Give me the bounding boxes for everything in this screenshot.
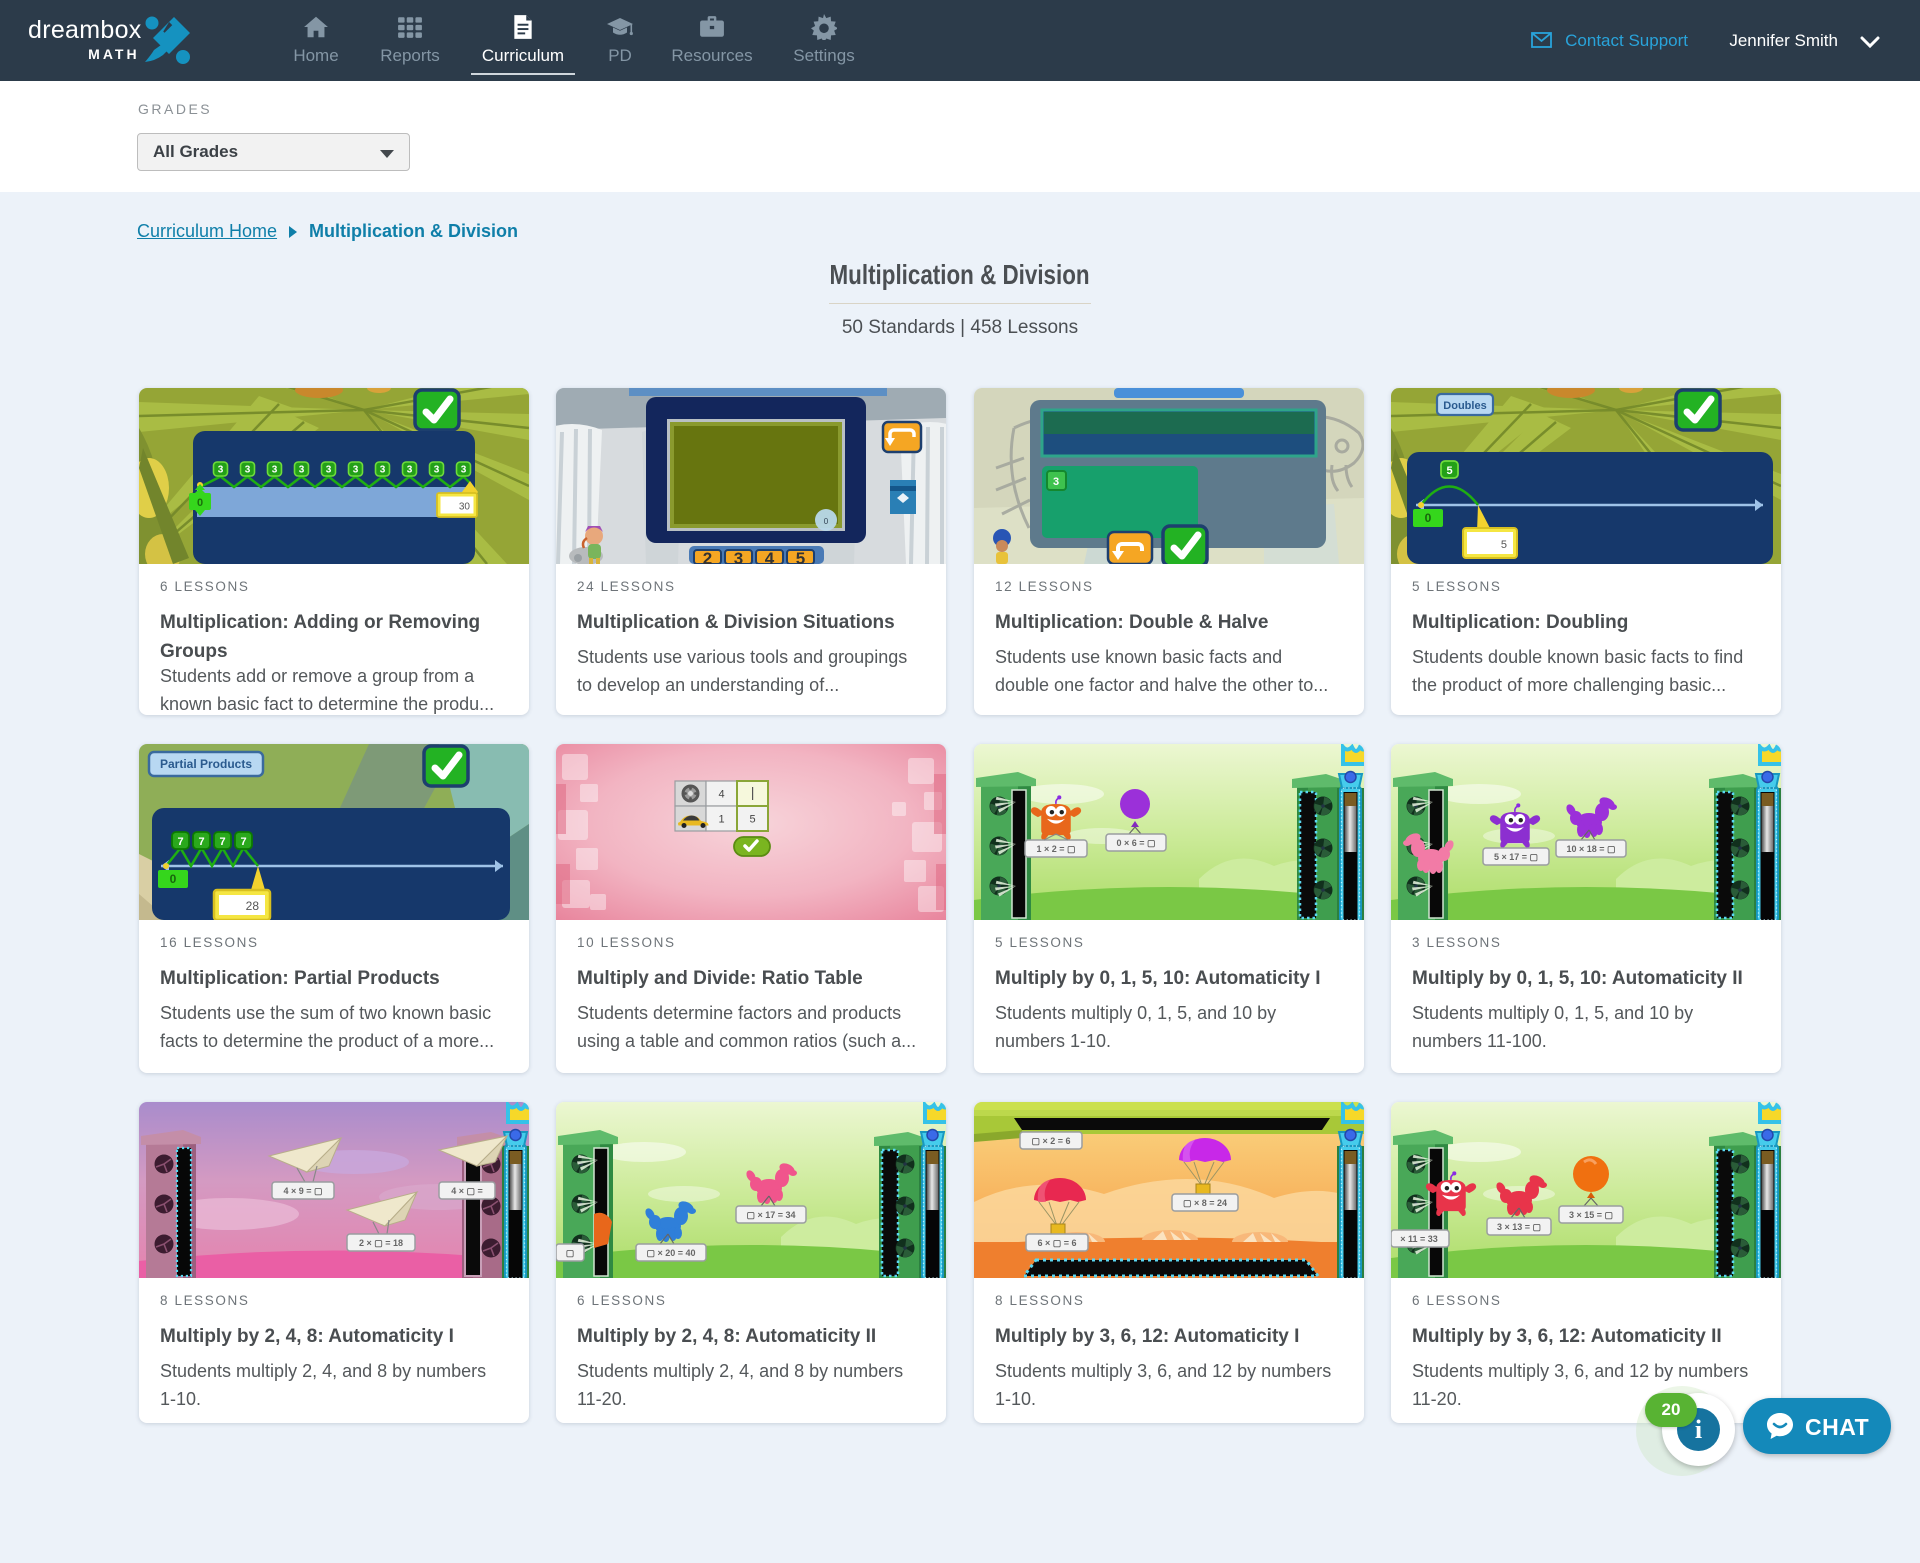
svg-text:5: 5 [796, 549, 805, 564]
svg-text:5: 5 [1501, 539, 1507, 551]
svg-text:3: 3 [272, 465, 278, 476]
svg-text:1 × 2 = ▢: 1 × 2 = ▢ [1036, 844, 1075, 854]
svg-text:3: 3 [434, 465, 440, 476]
svg-text:0: 0 [1425, 511, 1432, 525]
svg-text:3: 3 [299, 465, 305, 476]
svg-text:▢ × 17 = 34: ▢ × 17 = 34 [746, 1210, 795, 1220]
svg-text:Doubles: Doubles [1443, 400, 1486, 412]
svg-text:2: 2 [703, 549, 712, 564]
svg-text:4: 4 [765, 549, 775, 564]
svg-text:▢ × 8 = 24: ▢ × 8 = 24 [1183, 1198, 1227, 1208]
svg-text:7: 7 [219, 836, 225, 848]
svg-text:▢ × 20 = 40: ▢ × 20 = 40 [646, 1248, 695, 1258]
svg-text:Partial Products: Partial Products [160, 757, 252, 771]
svg-text:28: 28 [246, 899, 260, 913]
svg-text:0: 0 [197, 497, 203, 509]
svg-text:4 × ▢ =: 4 × ▢ = [451, 1186, 483, 1196]
svg-text:3 × 13 = ▢: 3 × 13 = ▢ [1497, 1222, 1541, 1232]
svg-text:5: 5 [749, 814, 755, 826]
svg-text:0 × 6 = ▢: 0 × 6 = ▢ [1116, 838, 1155, 848]
svg-text:7: 7 [177, 836, 183, 848]
svg-text:3: 3 [461, 465, 467, 476]
svg-text:▢: ▢ [566, 1248, 575, 1258]
svg-text:4: 4 [718, 789, 724, 801]
svg-text:1: 1 [718, 814, 724, 826]
svg-text:3: 3 [353, 465, 359, 476]
svg-text:3: 3 [218, 465, 224, 476]
svg-text:30: 30 [459, 502, 471, 513]
svg-text:2 × ▢ = 18: 2 × ▢ = 18 [359, 1238, 403, 1248]
svg-text:3: 3 [380, 465, 386, 476]
svg-text:4 × 9 = ▢: 4 × 9 = ▢ [283, 1186, 322, 1196]
svg-text:▢ × 2 = 6: ▢ × 2 = 6 [1031, 1136, 1070, 1146]
svg-text:3: 3 [407, 465, 413, 476]
svg-text:3 × 15 = ▢: 3 × 15 = ▢ [1569, 1210, 1613, 1220]
svg-text:10 × 18 = ▢: 10 × 18 = ▢ [1566, 844, 1615, 854]
svg-text:× 11 = 33: × 11 = 33 [1400, 1234, 1438, 1244]
svg-text:0: 0 [170, 872, 177, 886]
svg-text:5: 5 [1446, 465, 1452, 477]
svg-text:7: 7 [198, 836, 204, 848]
svg-text:3: 3 [245, 465, 251, 476]
svg-text:5 × 17 = ▢: 5 × 17 = ▢ [1494, 852, 1538, 862]
svg-text:3: 3 [326, 465, 332, 476]
svg-text:0: 0 [824, 517, 829, 526]
svg-text:6 × ▢ = 6: 6 × ▢ = 6 [1037, 1238, 1076, 1248]
svg-text:3: 3 [734, 549, 743, 564]
svg-text:7: 7 [240, 836, 246, 848]
svg-text:3: 3 [1053, 476, 1059, 488]
